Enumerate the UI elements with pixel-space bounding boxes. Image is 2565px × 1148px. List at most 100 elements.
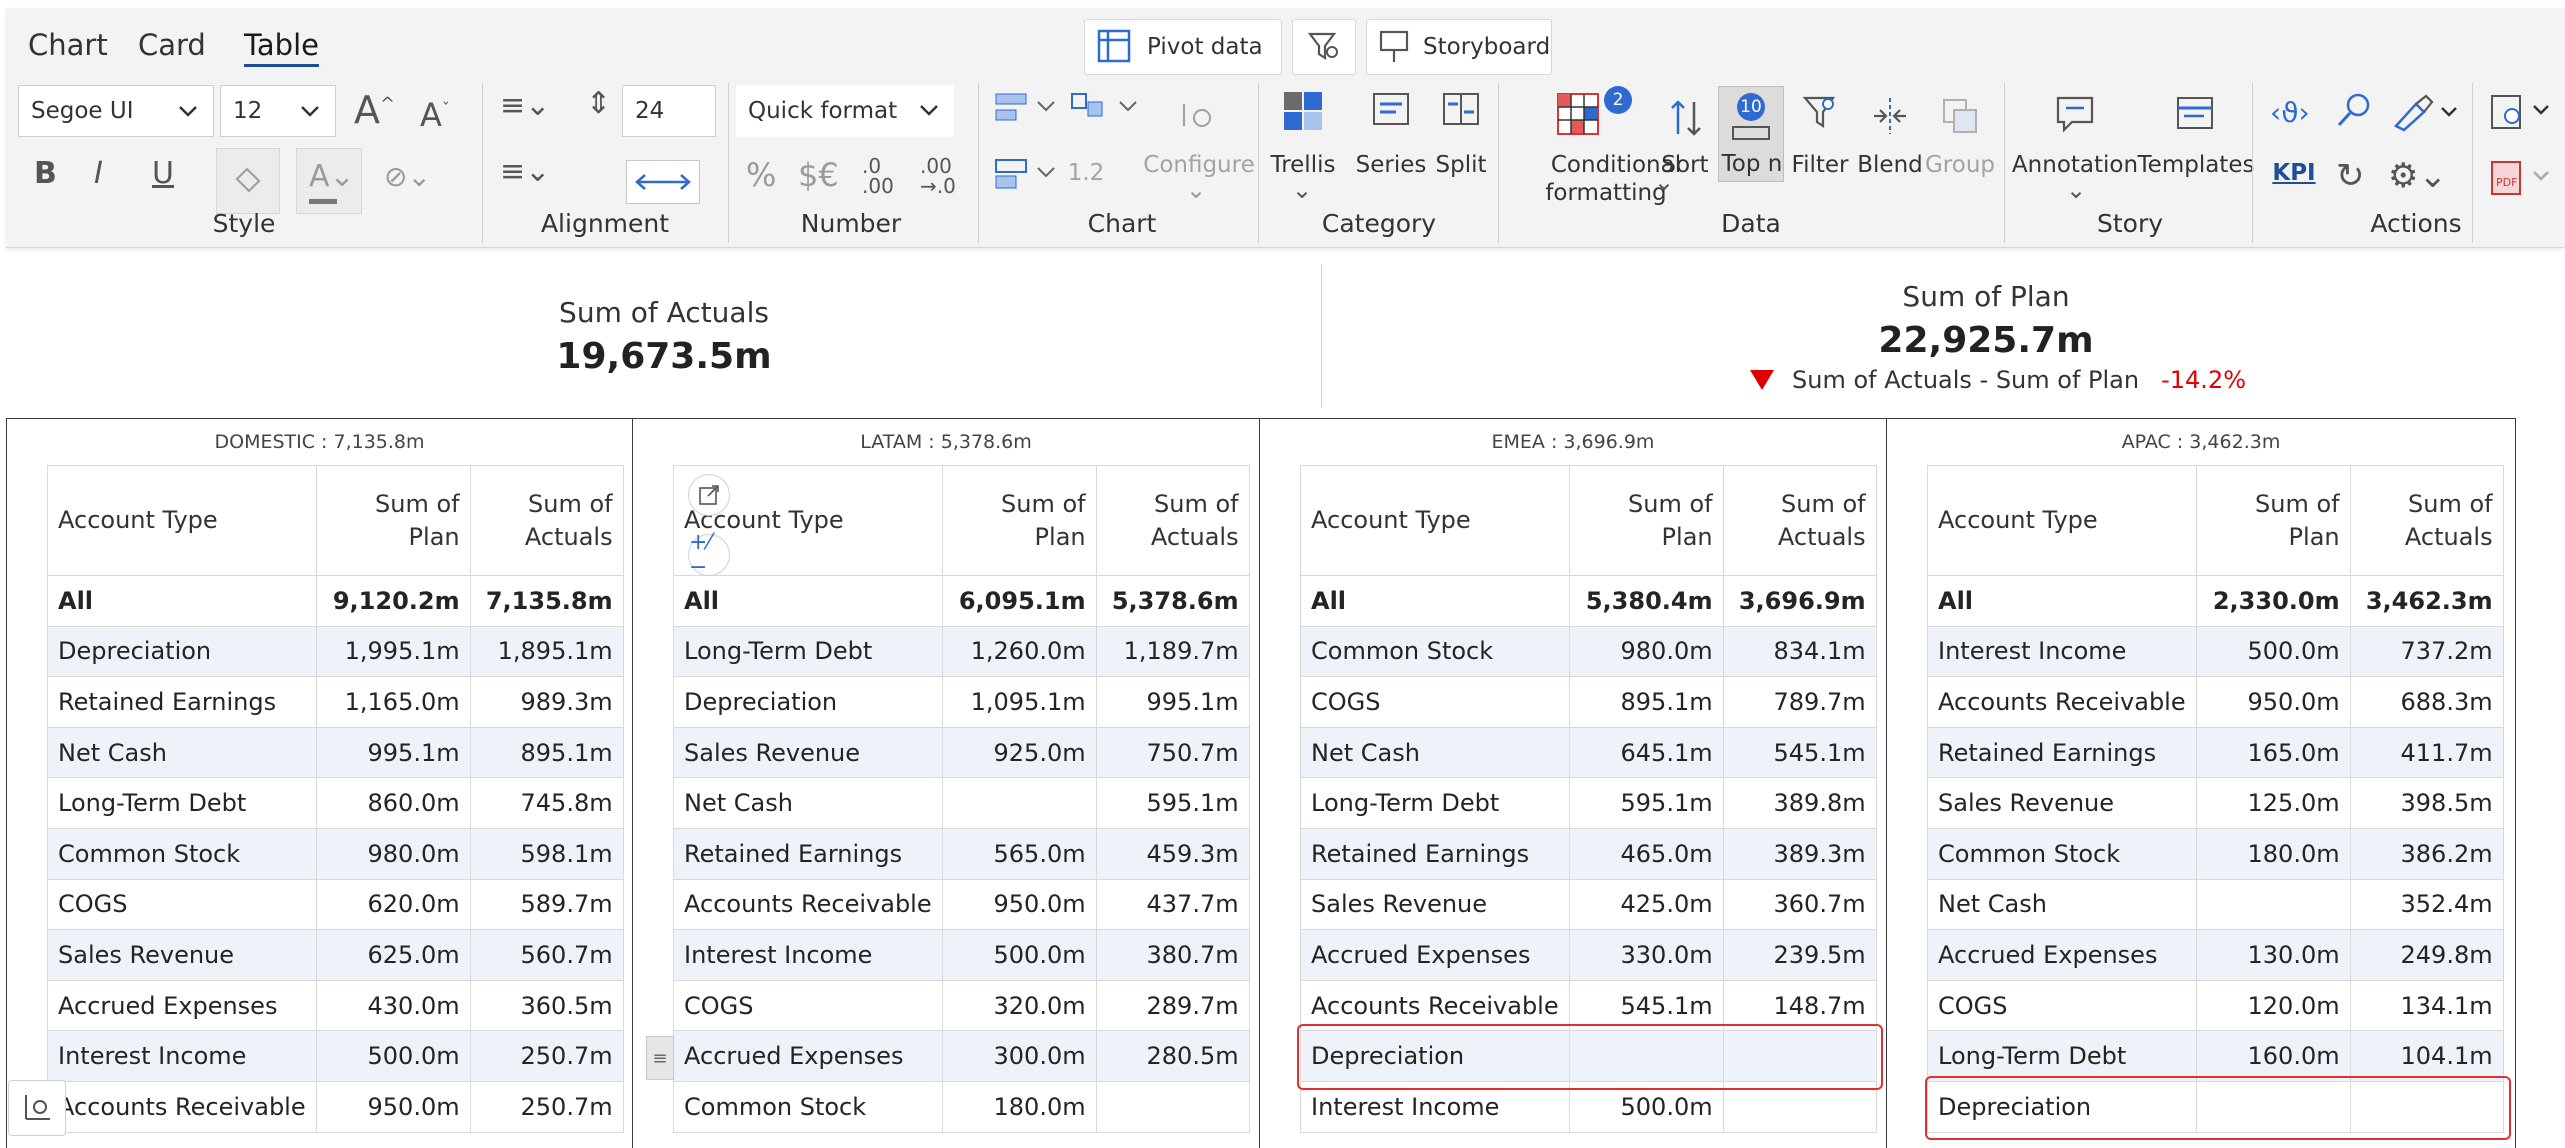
font-family-select[interactable]: Segoe UI xyxy=(18,85,214,137)
table-row[interactable]: Interest Income 500.0m 250.7m xyxy=(47,1030,624,1082)
plus-minus-icon[interactable]: +⁄− xyxy=(688,530,730,580)
table-row[interactable]: Common Stock 980.0m 598.1m xyxy=(47,827,624,880)
table-row[interactable]: Net Cash 595.1m xyxy=(673,777,1250,829)
table-row[interactable]: All 6,095.1m 5,378.6m xyxy=(673,575,1250,627)
table-row[interactable]: COGS 120.0m 134.1m xyxy=(1927,979,2504,1032)
font-color-button[interactable]: A⌄ xyxy=(296,148,362,214)
visibility-icon[interactable]: ⊘⌄ xyxy=(384,160,431,193)
link-icon[interactable]: ‹ϑ› xyxy=(2270,96,2310,129)
underline-button[interactable]: U xyxy=(152,156,174,191)
split-icon[interactable] xyxy=(1440,90,1482,132)
refresh-icon[interactable]: ↻ xyxy=(2336,156,2365,196)
italic-button[interactable]: I xyxy=(94,156,103,191)
sort-label[interactable]: Sort xyxy=(1661,152,1708,178)
bar-layout-icon[interactable] xyxy=(992,154,1062,194)
table-row[interactable]: All 2,330.0m 3,462.3m xyxy=(1927,575,2504,627)
expand-icon[interactable] xyxy=(688,474,730,516)
table-row[interactable]: Retained Earnings 165.0m 411.7m xyxy=(1927,726,2504,779)
quick-format-select[interactable]: Quick format xyxy=(736,85,954,137)
tab-chart[interactable]: Chart xyxy=(28,28,108,62)
table-row[interactable]: Depreciation 1,995.1m 1,895.1m xyxy=(47,625,624,678)
table-row[interactable]: Interest Income 500.0m 380.7m xyxy=(673,929,1250,981)
chevron-down-icon[interactable]: ⌄ xyxy=(1292,176,1312,204)
table-row[interactable]: Long-Term Debt 160.0m 104.1m xyxy=(1927,1030,2504,1082)
table-row[interactable]: Sales Revenue 425.0m 360.7m xyxy=(1300,878,1877,931)
font-grow-icon[interactable]: A^ xyxy=(354,88,395,132)
table-row[interactable]: Net Cash 645.1m 545.1m xyxy=(1300,726,1877,779)
storyboard-button[interactable]: Storyboard xyxy=(1366,19,1552,75)
line-height-input[interactable]: 24 xyxy=(622,85,716,137)
header-account-type[interactable]: Account Type xyxy=(1927,465,2197,576)
header-account-type[interactable]: Account Type xyxy=(1300,465,1570,576)
chart-settings-corner-button[interactable] xyxy=(8,1080,66,1136)
chevron-down-icon[interactable]: ⌄ xyxy=(1186,176,1206,204)
filter-icon[interactable] xyxy=(1802,94,1838,134)
pivot-data-button[interactable]: Pivot data xyxy=(1084,19,1282,75)
table-row[interactable]: Interest Income 500.0m 737.2m xyxy=(1927,625,2504,678)
line-height-icon[interactable]: ⇕ xyxy=(586,86,611,121)
align-left-icon[interactable]: ≡⌄ xyxy=(500,88,550,123)
header-sum-of-plan[interactable]: Sum of Plan xyxy=(941,465,1097,576)
table-row[interactable]: COGS 320.0m 289.7m xyxy=(673,979,1250,1032)
table-row[interactable]: Retained Earnings 1,165.0m 989.3m xyxy=(47,676,624,728)
kpi-button[interactable]: KPI xyxy=(2272,160,2315,186)
table-row[interactable]: COGS 620.0m 589.7m xyxy=(47,878,624,931)
table-row[interactable]: Long-Term Debt 860.0m 745.8m xyxy=(47,777,624,829)
table-row[interactable]: Retained Earnings 465.0m 389.3m xyxy=(1300,827,1877,880)
vertical-align-icon[interactable]: ≡⌄ xyxy=(500,154,550,189)
header-sum-of-actuals[interactable]: Sum of Actuals xyxy=(1722,465,1877,576)
table-row[interactable]: Accounts Receivable 950.0m 437.7m xyxy=(673,878,1250,931)
group-icon[interactable] xyxy=(1940,96,1980,136)
header-sum-of-actuals[interactable]: Sum of Actuals xyxy=(1095,465,1250,576)
header-sum-of-plan[interactable]: Sum of Plan xyxy=(1568,465,1724,576)
annotation-label[interactable]: Annotation xyxy=(2012,152,2138,178)
bold-button[interactable]: B xyxy=(34,156,57,191)
table-row[interactable]: Sales Revenue 125.0m 398.5m xyxy=(1927,777,2504,829)
layout-icon[interactable] xyxy=(1068,88,1144,128)
font-shrink-icon[interactable]: Aˇ xyxy=(420,96,450,134)
pdf-export-icon[interactable]: PDF xyxy=(2488,158,2554,198)
increase-decimal-button[interactable]: .0 .00 xyxy=(862,156,894,196)
templates-label[interactable]: Templates xyxy=(2138,152,2255,178)
split-label[interactable]: Split xyxy=(1436,152,1487,178)
group-label[interactable]: Group xyxy=(1925,152,1995,178)
top-n-button[interactable]: 10 Top n xyxy=(1718,86,1784,182)
header-sum-of-actuals[interactable]: Sum of Actuals xyxy=(469,465,624,576)
table-row[interactable]: Accrued Expenses 300.0m 280.5m xyxy=(673,1030,1250,1082)
table-row[interactable]: Common Stock 180.0m 386.2m xyxy=(1927,827,2504,880)
configure-label[interactable]: Configure xyxy=(1143,152,1254,178)
templates-icon[interactable] xyxy=(2174,94,2216,134)
table-row[interactable]: Accounts Receivable 950.0m 688.3m xyxy=(1927,676,2504,728)
blend-icon[interactable] xyxy=(1870,96,1910,136)
header-sum-of-actuals[interactable]: Sum of Actuals xyxy=(2349,465,2504,576)
table-row[interactable]: Net Cash 352.4m xyxy=(1927,878,2504,931)
table-row[interactable]: Common Stock 980.0m 834.1m xyxy=(1300,625,1877,678)
configure-icon[interactable] xyxy=(1178,98,1218,132)
table-row[interactable]: All 5,380.4m 3,696.9m xyxy=(1300,575,1877,627)
brush-icon[interactable] xyxy=(2390,92,2460,132)
export-settings-icon[interactable] xyxy=(2488,92,2554,132)
series-label[interactable]: Series xyxy=(1356,152,1427,178)
align-bars-icon[interactable] xyxy=(992,88,1062,128)
header-sum-of-plan[interactable]: Sum of Plan xyxy=(315,465,471,576)
blend-label[interactable]: Blend xyxy=(1857,152,1923,178)
table-row[interactable]: Retained Earnings 565.0m 459.3m xyxy=(673,827,1250,880)
currency-button[interactable]: $€ xyxy=(798,156,839,194)
table-row[interactable]: Accrued Expenses 430.0m 360.5m xyxy=(47,979,624,1032)
trellis-label[interactable]: Trellis xyxy=(1271,152,1336,178)
header-sum-of-plan[interactable]: Sum of Plan xyxy=(2195,465,2351,576)
trellis-icon[interactable] xyxy=(1282,90,1324,132)
decrease-decimal-button[interactable]: .00 →.0 xyxy=(920,156,956,196)
conditional-formatting-icon[interactable] xyxy=(1556,92,1600,136)
annotation-icon[interactable] xyxy=(2054,94,2096,134)
percent-button[interactable]: % xyxy=(746,156,776,194)
filter-settings-button[interactable] xyxy=(1292,19,1356,75)
column-width-button[interactable] xyxy=(626,160,700,204)
settings-gear-icon[interactable]: ⚙⌄ xyxy=(2388,156,2447,196)
font-size-select[interactable]: 12 xyxy=(220,85,336,137)
chart-scale-value[interactable]: 1.2 xyxy=(1068,160,1105,186)
conditional-formatting-label-2[interactable]: formatting xyxy=(1545,180,1666,206)
table-row[interactable]: Sales Revenue 625.0m 560.7m xyxy=(47,929,624,981)
tab-card[interactable]: Card xyxy=(138,28,206,62)
table-row[interactable]: Accrued Expenses 330.0m 239.5m xyxy=(1300,929,1877,981)
